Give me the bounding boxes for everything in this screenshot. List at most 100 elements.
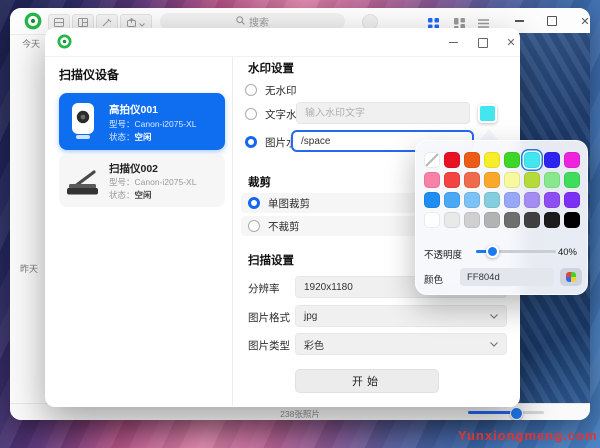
watermark-color-button[interactable] [478,104,497,123]
scan-section-title: 扫描设置 [248,252,294,268]
device-model-label: 型号： [109,177,135,187]
color-swatch[interactable] [484,192,500,208]
color-swatch[interactable] [524,212,540,228]
device-card[interactable]: 扫描仪002 型号：Canon-i2075-XL 状态：空闲 [59,154,225,207]
color-swatch[interactable] [544,212,560,228]
radio-icon [248,220,260,232]
color-swatch[interactable] [464,172,480,188]
color-swatch[interactable] [424,192,440,208]
site-watermark: Yunxiongmeng.com [458,428,598,443]
device-card-selected[interactable]: 高拍仪001 型号：Canon-i2075-XL 状态：空闲 [59,93,225,150]
color-swatch[interactable] [484,212,500,228]
radio-label: 无水印 [265,83,297,98]
radio-no-watermark[interactable]: 无水印 [245,82,297,98]
radio-icon [245,84,257,96]
color-swatch[interactable] [544,172,560,188]
radio-icon-selected [248,197,260,209]
maximize-icon [478,38,488,48]
opacity-label: 不透明度 [424,247,462,261]
album-maximize-button[interactable] [543,13,561,29]
color-swatch[interactable] [504,212,520,228]
device-status-value: 空闲 [135,132,152,142]
opacity-slider-handle[interactable] [486,245,499,258]
color-swatch[interactable] [504,152,520,168]
color-swatch[interactable] [564,192,580,208]
device-status-label: 状态： [109,190,135,200]
format-value: jpg [304,311,317,322]
dialog-app-icon [57,34,72,49]
minimize-icon [449,42,458,43]
chevron-down-icon [490,311,498,322]
device-model-label: 型号： [109,119,135,129]
radio-label: 不裁剪 [268,219,300,234]
color-swatch[interactable] [564,212,580,228]
color-hex-value: FF804d [467,272,500,283]
color-swatch[interactable] [564,152,580,168]
dialog-close-button[interactable]: ✕ [503,35,519,50]
opacity-value: 40% [558,247,577,258]
device-status-line: 状态：空闲 [109,189,152,201]
dialog-minimize-button[interactable] [445,35,461,50]
color-swatch[interactable] [524,192,540,208]
device-model-value: Canon-i2075-XL [135,177,197,187]
search-icon [236,16,245,28]
album-close-button[interactable]: ✕ [576,13,590,29]
color-swatch[interactable] [444,192,460,208]
resolution-label: 分辨率 [248,281,280,296]
device-model-value: Canon-i2075-XL [135,119,197,129]
album-app-logo-icon [24,12,42,30]
color-swatch[interactable] [444,172,460,188]
device-name: 高拍仪001 [109,102,158,117]
device-status-value: 空闲 [135,190,152,200]
photo-count-text: 238张照片 [10,408,590,420]
color-swatch-grid [424,152,580,228]
radio-single-crop[interactable]: 单图裁剪 [248,195,310,211]
device-status-label: 状态： [109,132,135,142]
thumbnail-size-slider-fill [468,411,515,414]
radio-icon [245,108,257,120]
search-placeholder: 搜索 [249,14,269,29]
album-minimize-button[interactable] [510,13,528,29]
device-model-line: 型号：Canon-i2075-XL [109,118,196,130]
color-swatch[interactable] [464,212,480,228]
text-watermark-input[interactable] [296,102,470,124]
color-swatch[interactable] [484,172,500,188]
color-swatch[interactable] [504,172,520,188]
start-button[interactable]: 开始 [295,369,439,393]
palette-icon [566,272,576,282]
color-swatch[interactable] [424,172,440,188]
image-type-select[interactable]: 彩色 [295,333,507,355]
color-row: 颜色 FF804d [424,268,579,286]
format-select[interactable]: jpg [295,305,507,327]
color-swatch[interactable] [504,192,520,208]
custom-color-button[interactable] [560,268,582,286]
device-model-line: 型号：Canon-i2075-XL [109,176,196,188]
color-swatch[interactable] [464,192,480,208]
color-swatch[interactable] [564,172,580,188]
color-swatch[interactable] [544,192,560,208]
color-swatch[interactable] [484,152,500,168]
color-picker-popup: 不透明度 40% 颜色 FF804d [415,140,588,295]
color-swatch[interactable] [524,172,540,188]
dialog-maximize-button[interactable] [475,35,491,50]
color-swatch[interactable] [444,212,460,228]
popup-arrow [480,129,498,140]
color-swatch[interactable] [544,152,560,168]
opacity-slider[interactable] [476,250,556,253]
color-swatch[interactable] [424,212,440,228]
color-swatch[interactable] [524,152,540,168]
thumbnail-size-slider[interactable] [468,411,544,414]
color-hex-input[interactable]: FF804d [460,268,554,286]
watermark-section-title: 水印设置 [248,60,294,76]
maximize-icon [547,16,557,26]
format-label: 图片格式 [248,310,290,325]
color-swatch[interactable] [444,152,460,168]
no-color-swatch[interactable] [424,152,440,168]
radio-no-crop[interactable]: 不裁剪 [248,218,300,234]
color-label: 颜色 [424,272,443,286]
device-name: 扫描仪002 [109,161,158,176]
color-swatch[interactable] [464,152,480,168]
device-panel-title: 扫描仪设备 [59,66,119,83]
album-group-yesterday: 昨天 [20,262,38,275]
minimize-icon [515,20,524,22]
